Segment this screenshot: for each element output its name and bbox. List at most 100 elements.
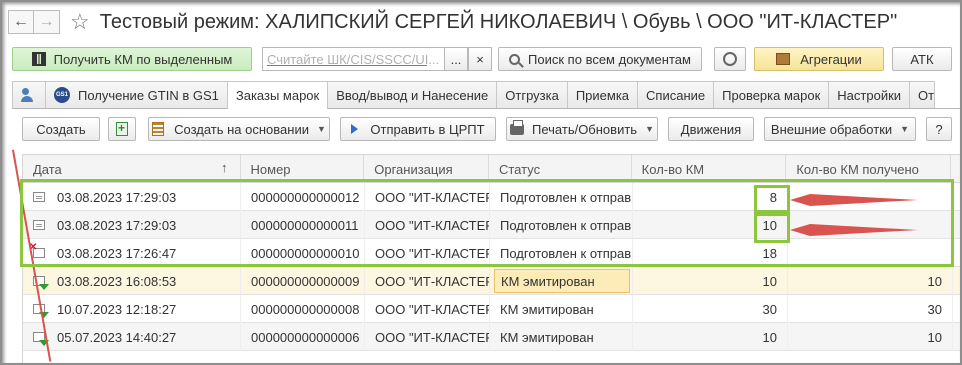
chevron-down-icon: ▼ bbox=[900, 124, 910, 134]
chevron-down-icon: ▼ bbox=[316, 124, 326, 134]
search-all-button[interactable]: Поиск по всем документам bbox=[498, 47, 702, 71]
history-button[interactable] bbox=[714, 47, 746, 71]
spellcheck-underline bbox=[267, 65, 427, 66]
atk-button[interactable]: АТК bbox=[892, 47, 952, 71]
table-row[interactable]: 10.07.2023 12:18:27 000000000000008 ООО … bbox=[23, 295, 962, 323]
create-based-button[interactable]: Создать на основании ▼ bbox=[148, 117, 330, 141]
column-label: Дата bbox=[33, 161, 62, 177]
tab-writeoff[interactable]: Списание bbox=[638, 81, 715, 108]
tab-label: Ввод/вывод и Нанесение bbox=[336, 87, 489, 103]
tab-truncated[interactable]: От bbox=[910, 81, 936, 108]
play-icon bbox=[351, 124, 359, 134]
sort-arrow-icon: ↑ bbox=[221, 160, 228, 175]
cell-date: 05.07.2023 14:40:27 bbox=[57, 329, 177, 345]
send-crpt-button[interactable]: Отправить в ЦРПТ bbox=[340, 117, 496, 141]
search-icon bbox=[509, 53, 521, 65]
cell-status: КМ эмитирован bbox=[500, 329, 594, 345]
tab-label: Заказы марок bbox=[235, 88, 320, 103]
chevron-down-icon: ▼ bbox=[645, 124, 654, 134]
cell-received: 10 bbox=[927, 329, 942, 345]
create-based-label: Создать на основании bbox=[174, 121, 309, 137]
cell-date: 10.07.2023 12:18:27 bbox=[57, 301, 177, 317]
movements-label: Движения bbox=[680, 121, 742, 137]
column-label: Кол-во КМ получено bbox=[796, 161, 919, 177]
create-label: Создать bbox=[36, 121, 86, 137]
arrow-right-icon: → bbox=[38, 13, 55, 30]
arrow-left-icon: ← bbox=[13, 13, 29, 30]
movements-button[interactable]: Движения bbox=[668, 117, 754, 141]
tab-settings[interactable]: Настройки bbox=[829, 81, 911, 108]
cell-received: 10 bbox=[927, 273, 942, 289]
help-icon: ? bbox=[935, 121, 943, 137]
table-row-selected[interactable]: 03.08.2023 16:08:53 000000000000009 ООО … bbox=[23, 267, 962, 295]
title-bar: ← → ☆ Тестовый режим: ХАЛИПСКИЙ СЕРГЕЙ Н… bbox=[8, 6, 954, 38]
aggregation-label: Агрегации bbox=[800, 51, 862, 67]
forward-button[interactable]: → bbox=[34, 10, 60, 34]
tab-orders[interactable]: Заказы марок bbox=[227, 81, 329, 109]
cell-org: ООО "ИТ-КЛАСТЕР" bbox=[375, 273, 490, 289]
tab-gs1[interactable]: GS1 Получение GTIN в GS1 bbox=[46, 81, 228, 108]
cell-received: 30 bbox=[927, 301, 942, 317]
cell-date: 03.08.2023 16:08:53 bbox=[57, 273, 177, 289]
tab-label: Получение GTIN в GS1 bbox=[78, 87, 219, 103]
scan-more-button[interactable]: ... bbox=[444, 47, 468, 71]
annotation-rows-box bbox=[20, 179, 954, 267]
gs1-icon: GS1 bbox=[54, 87, 70, 103]
tab-check-marks[interactable]: Проверка марок bbox=[714, 81, 830, 108]
tab-shipment[interactable]: Отгрузка bbox=[497, 81, 568, 108]
aggregation-button[interactable]: Агрегации bbox=[754, 47, 884, 71]
posted-doc-icon bbox=[33, 332, 49, 346]
box-icon bbox=[776, 53, 791, 65]
add-copy-icon bbox=[116, 121, 128, 136]
tab-input-output[interactable]: Ввод/вывод и Нанесение bbox=[328, 81, 498, 108]
send-label: Отправить в ЦРПТ bbox=[370, 121, 485, 137]
annotation-km-box bbox=[754, 185, 790, 213]
back-button[interactable]: ← bbox=[8, 10, 34, 34]
printer-icon bbox=[510, 119, 524, 135]
tab-label: Отгрузка bbox=[505, 87, 559, 103]
external-processing-button[interactable]: Внешние обработки ▼ bbox=[764, 117, 916, 141]
history-icon bbox=[723, 52, 737, 66]
scan-input[interactable]: Считайте ШК/CIS/SSCC/UI... bbox=[262, 47, 458, 71]
cell-number: 000000000000006 bbox=[251, 329, 360, 345]
qr-code-icon bbox=[31, 52, 46, 66]
cell-km: 10 bbox=[762, 329, 777, 345]
create-button[interactable]: Создать bbox=[22, 117, 100, 141]
users-icon bbox=[21, 88, 37, 102]
print-label: Печать/Обновить bbox=[532, 121, 638, 137]
get-km-button[interactable]: Получить КМ по выделенным bbox=[12, 47, 252, 71]
tab-label: Приемка bbox=[575, 87, 630, 103]
copy-button[interactable] bbox=[108, 117, 136, 141]
tab-label: Списание bbox=[646, 87, 706, 103]
cell-km: 30 bbox=[762, 301, 777, 317]
column-label: Номер bbox=[250, 161, 291, 177]
section-tabs: GS1 Получение GTIN в GS1 Заказы марок Вво… bbox=[12, 81, 960, 109]
list-toolbar: Создать Создать на основании ▼ Отправить… bbox=[22, 117, 956, 145]
window-title: Тестовый режим: ХАЛИПСКИЙ СЕРГЕЙ НИКОЛАЕ… bbox=[99, 10, 898, 33]
favorite-star-icon[interactable]: ☆ bbox=[70, 11, 90, 33]
cell-org: ООО "ИТ-КЛАСТЕР" bbox=[375, 329, 490, 345]
tab-label: От bbox=[918, 87, 935, 103]
tab-label: Проверка марок bbox=[722, 87, 821, 103]
cell-status-focused[interactable]: КМ эмитирован bbox=[494, 269, 630, 293]
annotation-km-box bbox=[754, 213, 790, 243]
table-row[interactable]: 05.07.2023 14:40:27 000000000000006 ООО … bbox=[23, 323, 962, 351]
tab-label: Настройки bbox=[837, 87, 902, 103]
cell-status: КМ эмитирован bbox=[500, 301, 594, 317]
help-button[interactable]: ? bbox=[926, 117, 952, 141]
tab-users[interactable] bbox=[12, 81, 46, 108]
print-refresh-button[interactable]: Печать/Обновить ▼ bbox=[506, 117, 658, 141]
column-label: Статус bbox=[498, 161, 541, 177]
top-toolbar: Получить КМ по выделенным Считайте ШК/CI… bbox=[12, 47, 952, 73]
search-all-label: Поиск по всем документам bbox=[528, 51, 691, 67]
column-label: Организация bbox=[374, 161, 453, 177]
external-label: Внешние обработки bbox=[770, 121, 893, 137]
tab-receipt[interactable]: Приемка bbox=[567, 81, 639, 108]
cell-number: 000000000000008 bbox=[251, 301, 360, 317]
scan-clear-button[interactable]: × bbox=[468, 47, 492, 71]
more-label: ... bbox=[450, 51, 462, 67]
cell-org: ООО "ИТ-КЛАСТЕР" bbox=[375, 301, 490, 317]
list-icon bbox=[152, 122, 165, 136]
clear-icon: × bbox=[476, 51, 484, 67]
get-km-label: Получить КМ по выделенным bbox=[53, 51, 233, 67]
